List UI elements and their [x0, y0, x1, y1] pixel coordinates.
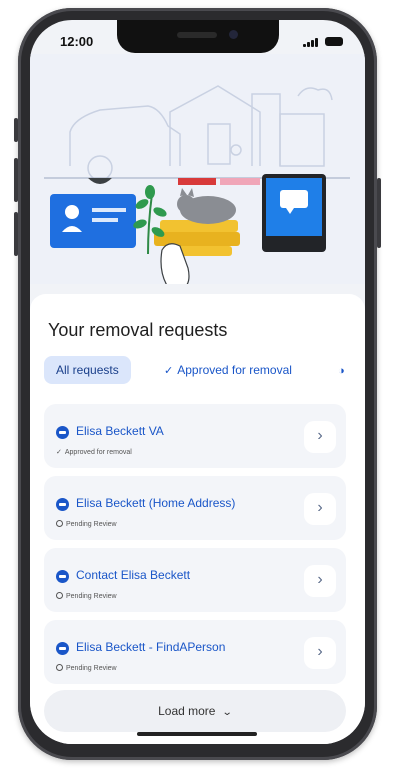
load-more-button[interactable]: Load more ⌄ — [44, 690, 346, 732]
check-icon: ✓ — [56, 449, 62, 456]
pending-icon — [56, 520, 63, 527]
request-status-label: Pending Review — [66, 521, 117, 528]
chevron-right-icon[interactable]: › — [304, 637, 336, 669]
request-status-label: Pending Review — [66, 593, 117, 600]
request-status-label: Approved for removal — [64, 449, 132, 456]
filter-label: Approved for removal — [177, 363, 292, 377]
request-status-label: Pending Review — [66, 665, 117, 672]
filter-pending-review[interactable]: ◑ — [326, 356, 361, 384]
pending-icon — [56, 664, 63, 671]
status-time: 12:00 — [60, 34, 94, 49]
signal-icon — [303, 37, 319, 47]
section-title: Your removal requests — [48, 320, 228, 340]
request-status: Pending Review — [56, 664, 117, 672]
filter-label: All requests — [56, 363, 119, 377]
filter-approved-for-removal[interactable]: ✓ Approved for removal — [152, 356, 304, 384]
request-item[interactable]: Elisa Beckett - FindAPerson Pending Revi… — [44, 620, 346, 684]
request-name: Contact Elisa Beckett — [76, 568, 191, 582]
load-more-label: Load more — [158, 704, 216, 718]
check-icon: ✓ — [164, 365, 174, 377]
pending-icon: ◑ — [338, 365, 345, 377]
request-name: Elisa Beckett - FindAPerson — [76, 640, 226, 654]
request-icon — [56, 570, 69, 583]
filter-chips: All requests ✓ Approved for removal ◑ — [44, 356, 365, 386]
screen: 12:00 Your removal requests All requests… — [30, 20, 365, 744]
hero-illustration — [30, 54, 365, 291]
battery-icon — [325, 37, 343, 46]
request-status: Pending Review — [56, 592, 117, 600]
status-bar: 12:00 — [30, 20, 365, 54]
chevron-right-icon[interactable]: › — [304, 565, 336, 597]
removal-requests-card: Your removal requests All requests ✓ Appr… — [30, 294, 365, 744]
home-indicator[interactable] — [137, 732, 257, 736]
filter-all-requests[interactable]: All requests — [44, 356, 131, 384]
request-item[interactable]: Contact Elisa Beckett Pending Review › — [44, 548, 346, 612]
chevron-right-icon[interactable]: › — [304, 421, 336, 453]
pending-icon — [56, 592, 63, 599]
request-status: Pending Review — [56, 520, 117, 528]
request-item[interactable]: Elisa Beckett (Home Address) Pending Rev… — [44, 476, 346, 540]
request-name: Elisa Beckett (Home Address) — [76, 496, 236, 510]
request-status: ✓ Approved for removal — [56, 448, 132, 456]
request-icon — [56, 426, 69, 439]
chevron-down-icon: ⌄ — [222, 707, 234, 718]
request-icon — [56, 498, 69, 511]
chevron-right-icon[interactable]: › — [304, 493, 336, 525]
request-item[interactable]: Elisa Beckett VA ✓ Approved for removal › — [44, 404, 346, 468]
request-icon — [56, 642, 69, 655]
request-name: Elisa Beckett VA — [76, 424, 164, 438]
